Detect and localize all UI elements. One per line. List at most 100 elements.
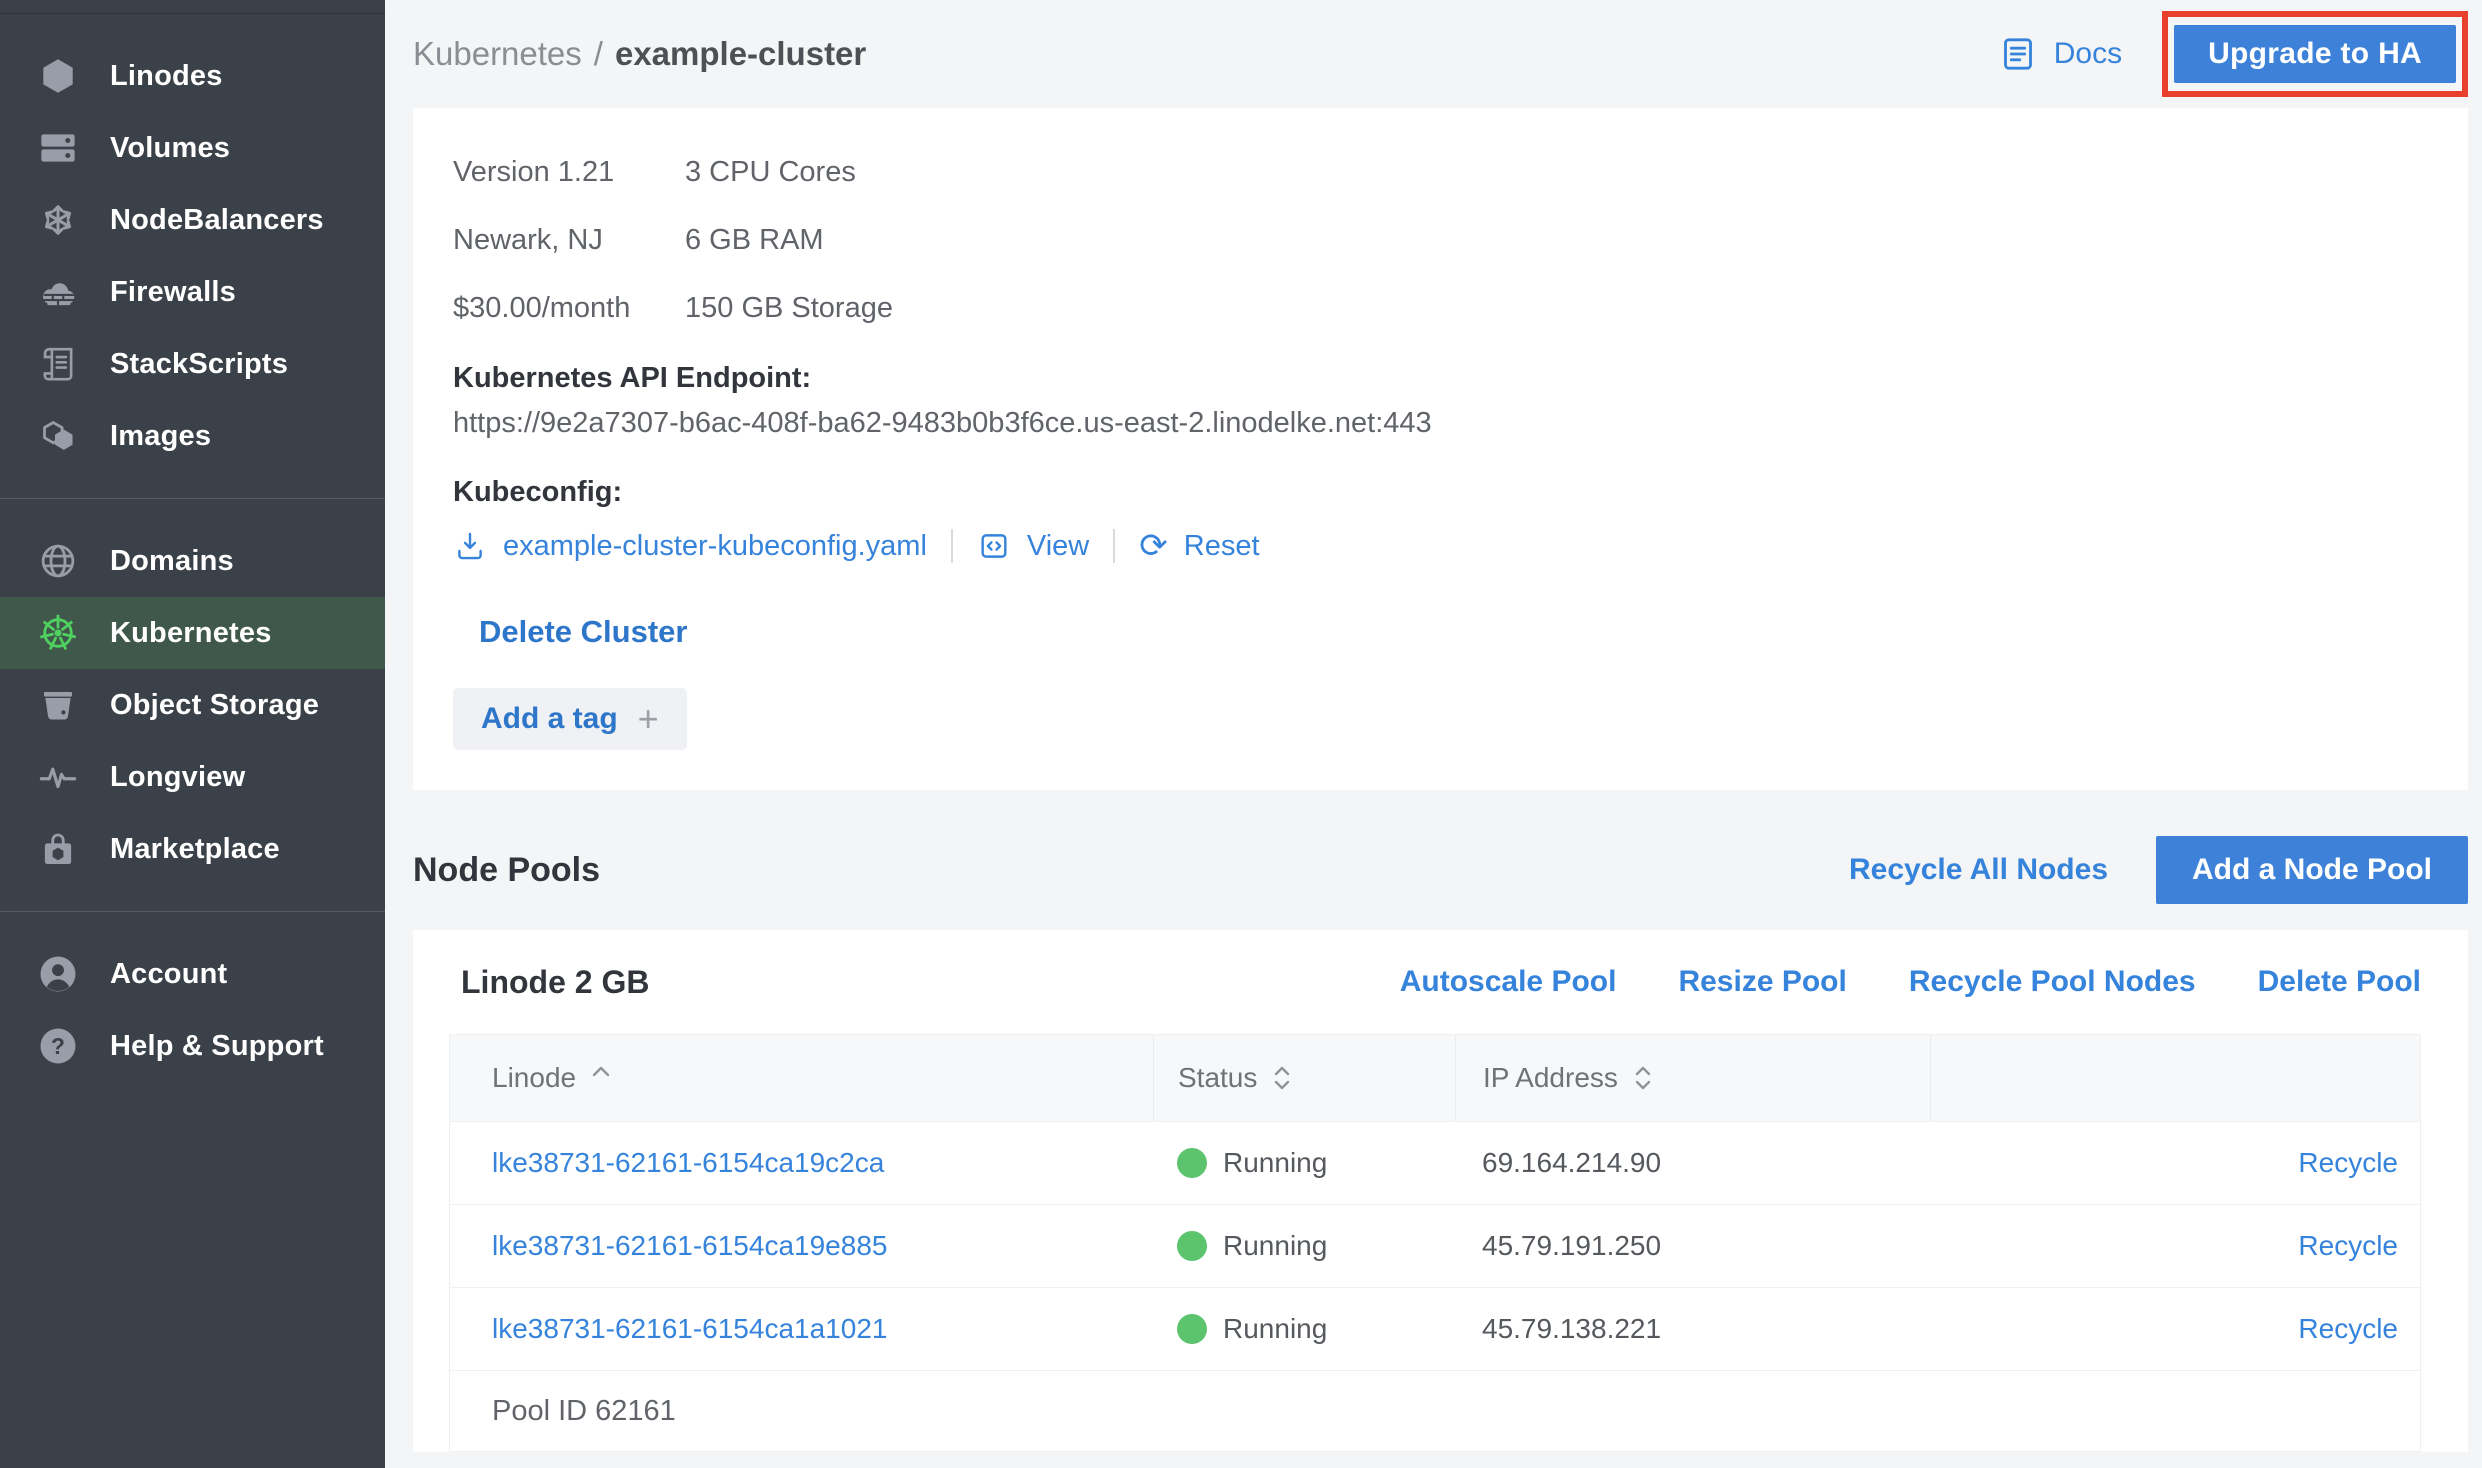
status-label: Running — [1223, 1230, 1327, 1262]
sidebar-item-label: Account — [110, 958, 227, 991]
sidebar-item-label: Linodes — [110, 60, 223, 93]
node-link[interactable]: lke38731-62161-6154ca1a1021 — [492, 1313, 887, 1345]
page-header: Kubernetes / example-cluster Docs Upgrad… — [413, 0, 2468, 108]
linodes-icon — [36, 54, 80, 98]
sidebar-item-label: Volumes — [110, 132, 230, 165]
marketplace-icon — [36, 827, 80, 871]
docs-link[interactable]: Docs — [1998, 34, 2122, 74]
status-label: Running — [1223, 1313, 1327, 1345]
node-link[interactable]: lke38731-62161-6154ca19c2ca — [492, 1147, 884, 1179]
pool-id-label: Pool ID 62161 — [492, 1395, 676, 1428]
upgrade-annotation-highlight: Upgrade to HA — [2162, 11, 2468, 97]
recycle-node-link[interactable]: Recycle — [2298, 1147, 2398, 1179]
column-header-ip-address[interactable]: IP Address — [1455, 1035, 1930, 1121]
kubeconfig-view-link[interactable]: View — [977, 529, 1089, 563]
api-endpoint-label: Kubernetes API Endpoint: — [453, 356, 2428, 400]
sidebar-item-longview[interactable]: Longview — [0, 741, 385, 813]
cluster-cpu: 3 CPU Cores — [685, 156, 856, 189]
resize-pool-link[interactable]: Resize Pool — [1678, 965, 1846, 999]
breadcrumb-separator: / — [594, 35, 603, 73]
column-label: Status — [1178, 1062, 1257, 1094]
docs-label: Docs — [2054, 37, 2122, 71]
table-row: lke38731-62161-6154ca1a1021 Running 45.7… — [450, 1287, 2420, 1370]
sidebar-item-nodebalancers[interactable]: NodeBalancers — [0, 184, 385, 256]
recycle-all-nodes-link[interactable]: Recycle All Nodes — [1849, 853, 2108, 887]
sidebar-item-domains[interactable]: Domains — [0, 525, 385, 597]
sort-both-icon — [1632, 1063, 1654, 1093]
sidebar-item-linodes[interactable]: Linodes — [0, 40, 385, 112]
sidebar-item-label: Images — [110, 420, 211, 453]
kubeconfig-download-link[interactable]: example-cluster-kubeconfig.yaml — [453, 529, 927, 563]
add-tag-button[interactable]: Add a tag + — [453, 688, 687, 750]
ip-address: 45.79.138.221 — [1482, 1313, 1661, 1345]
recycle-node-link[interactable]: Recycle — [2298, 1230, 2398, 1262]
sidebar-nav: Linodes Volumes NodeBalancers Firewall — [0, 14, 385, 1082]
code-view-icon — [977, 529, 1011, 563]
summary-row: $30.00/month 150 GB Storage — [453, 274, 2428, 342]
ip-address: 45.79.191.250 — [1482, 1230, 1661, 1262]
add-node-pool-button[interactable]: Add a Node Pool — [2156, 836, 2468, 904]
sidebar-item-label: Longview — [110, 761, 245, 794]
pool-name: Linode 2 GB — [461, 964, 1400, 1001]
header-actions: Docs Upgrade to HA — [1998, 11, 2468, 97]
delete-pool-link[interactable]: Delete Pool — [2258, 965, 2421, 999]
download-icon — [453, 529, 487, 563]
column-header-actions — [1930, 1035, 2420, 1121]
node-pools-title: Node Pools — [413, 851, 1849, 890]
sidebar-item-label: Object Storage — [110, 689, 319, 722]
sidebar-item-kubernetes[interactable]: Kubernetes — [0, 597, 385, 669]
main-content: Kubernetes / example-cluster Docs Upgrad… — [385, 0, 2482, 1468]
longview-icon — [36, 755, 80, 799]
cluster-storage: 150 GB Storage — [685, 292, 893, 325]
divider — [1113, 529, 1115, 563]
pool-header: Linode 2 GB Autoscale Pool Resize Pool R… — [413, 930, 2468, 1034]
sidebar-divider — [0, 498, 385, 499]
table-row: lke38731-62161-6154ca19c2ca Running 69.1… — [450, 1121, 2420, 1204]
recycle-node-link[interactable]: Recycle — [2298, 1313, 2398, 1345]
pool-id-row: Pool ID 62161 — [450, 1370, 2420, 1451]
sidebar-item-object-storage[interactable]: Object Storage — [0, 669, 385, 741]
node-link[interactable]: lke38731-62161-6154ca19e885 — [492, 1230, 887, 1262]
summary-row: Version 1.21 3 CPU Cores — [453, 138, 2428, 206]
delete-cluster-row: Delete Cluster — [453, 614, 2428, 650]
nodebalancers-icon — [36, 198, 80, 242]
column-header-linode[interactable]: Linode — [450, 1035, 1153, 1121]
summary-row: Newark, NJ 6 GB RAM — [453, 206, 2428, 274]
object-storage-icon — [36, 683, 80, 727]
sidebar-item-label: Firewalls — [110, 276, 236, 309]
recycle-pool-nodes-link[interactable]: Recycle Pool Nodes — [1909, 965, 2196, 999]
kubeconfig-reset-link[interactable]: ⟳ Reset — [1139, 529, 1259, 563]
stackscripts-icon — [36, 342, 80, 386]
sidebar-item-stackscripts[interactable]: StackScripts — [0, 328, 385, 400]
breadcrumb-current: example-cluster — [615, 35, 866, 73]
sidebar-item-volumes[interactable]: Volumes — [0, 112, 385, 184]
status-dot-running — [1177, 1314, 1207, 1344]
cluster-ram: 6 GB RAM — [685, 224, 824, 257]
column-header-status[interactable]: Status — [1153, 1035, 1455, 1121]
account-icon — [36, 952, 80, 996]
sidebar-divider — [0, 911, 385, 912]
sidebar-item-help-support[interactable]: ? Help & Support — [0, 1010, 385, 1082]
kubeconfig-filename: example-cluster-kubeconfig.yaml — [503, 530, 927, 563]
status-dot-running — [1177, 1148, 1207, 1178]
cluster-region: Newark, NJ — [453, 224, 685, 257]
autoscale-pool-link[interactable]: Autoscale Pool — [1400, 965, 1617, 999]
sidebar-item-images[interactable]: Images — [0, 400, 385, 472]
upgrade-to-ha-button[interactable]: Upgrade to HA — [2174, 25, 2456, 83]
sidebar-item-marketplace[interactable]: Marketplace — [0, 813, 385, 885]
kubeconfig-row: example-cluster-kubeconfig.yaml View ⟳ R… — [453, 522, 2428, 570]
sort-ascending-icon — [590, 1064, 612, 1078]
sidebar-item-account[interactable]: Account — [0, 938, 385, 1010]
kubernetes-icon — [36, 611, 80, 655]
breadcrumb-kubernetes-link[interactable]: Kubernetes — [413, 35, 582, 73]
sort-both-icon — [1271, 1063, 1293, 1093]
pool-actions: Autoscale Pool Resize Pool Recycle Pool … — [1400, 965, 2421, 999]
sidebar: Linodes Volumes NodeBalancers Firewall — [0, 0, 385, 1468]
volumes-icon — [36, 126, 80, 170]
divider — [951, 529, 953, 563]
domains-icon — [36, 539, 80, 583]
reset-icon: ⟳ — [1139, 529, 1168, 563]
delete-cluster-button[interactable]: Delete Cluster — [479, 614, 687, 649]
sidebar-item-firewalls[interactable]: Firewalls — [0, 256, 385, 328]
breadcrumb: Kubernetes / example-cluster — [413, 35, 1998, 73]
